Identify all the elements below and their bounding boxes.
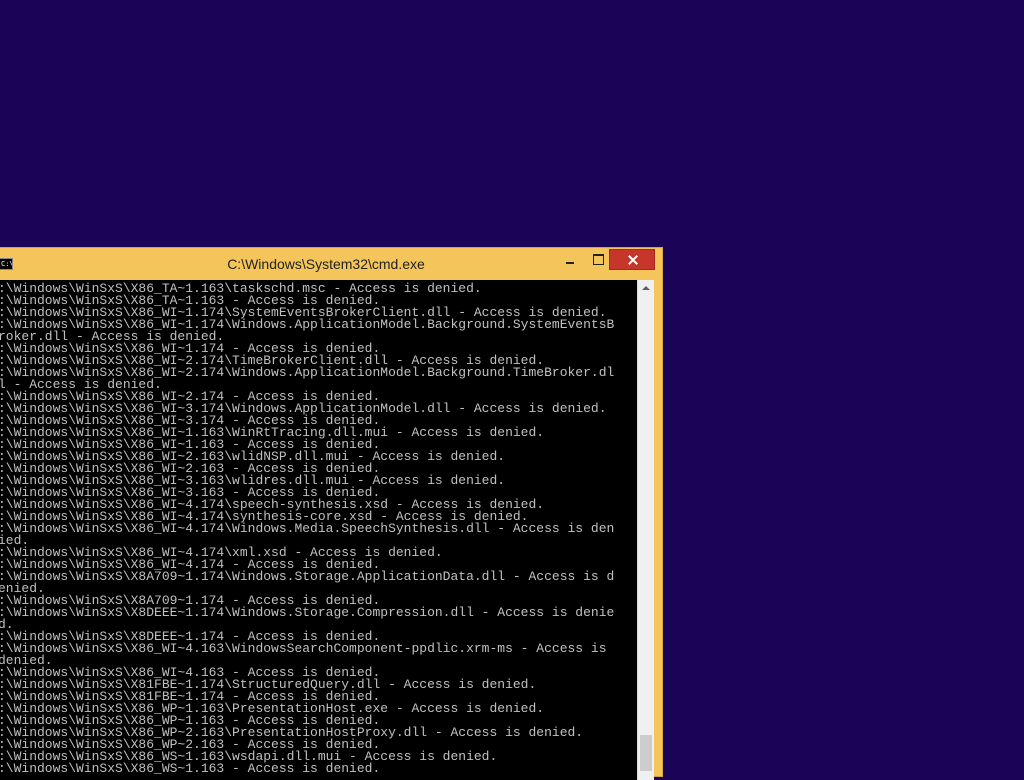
console-line: :\Windows\WinSxS\X8DEEE~1.174\Windows.St… <box>0 605 615 620</box>
close-button[interactable] <box>609 249 655 270</box>
title-bar[interactable]: C:\ C:\Windows\System32\cmd.exe <box>0 248 662 280</box>
scroll-up-arrow-icon[interactable] <box>638 280 654 297</box>
console-lines: :\Windows\WinSxS\X86_TA~1.163\taskschd.m… <box>0 282 615 776</box>
cmd-window[interactable]: C:\ C:\Windows\System32\cmd.exe :\Window… <box>0 247 663 780</box>
maximize-button[interactable] <box>585 249 611 270</box>
console-line: :\Windows\WinSxS\X8A709~1.174\Windows.St… <box>0 569 615 584</box>
vertical-scrollbar[interactable] <box>637 280 654 780</box>
minimize-button[interactable] <box>557 249 583 270</box>
console-output[interactable]: :\Windows\WinSxS\X86_TA~1.163\taskschd.m… <box>0 280 637 780</box>
console-line: :\Windows\WinSxS\X86_WI~4.163\WindowsSea… <box>0 641 607 656</box>
scroll-thumb[interactable] <box>640 735 652 772</box>
desktop-background: C:\ C:\Windows\System32\cmd.exe :\Window… <box>0 0 1024 780</box>
console-line: :\Windows\WinSxS\X86_WI~4.174\Windows.Me… <box>0 521 615 536</box>
console-line: :\Windows\WinSxS\X86_WS~1.163 - Access i… <box>0 761 381 776</box>
